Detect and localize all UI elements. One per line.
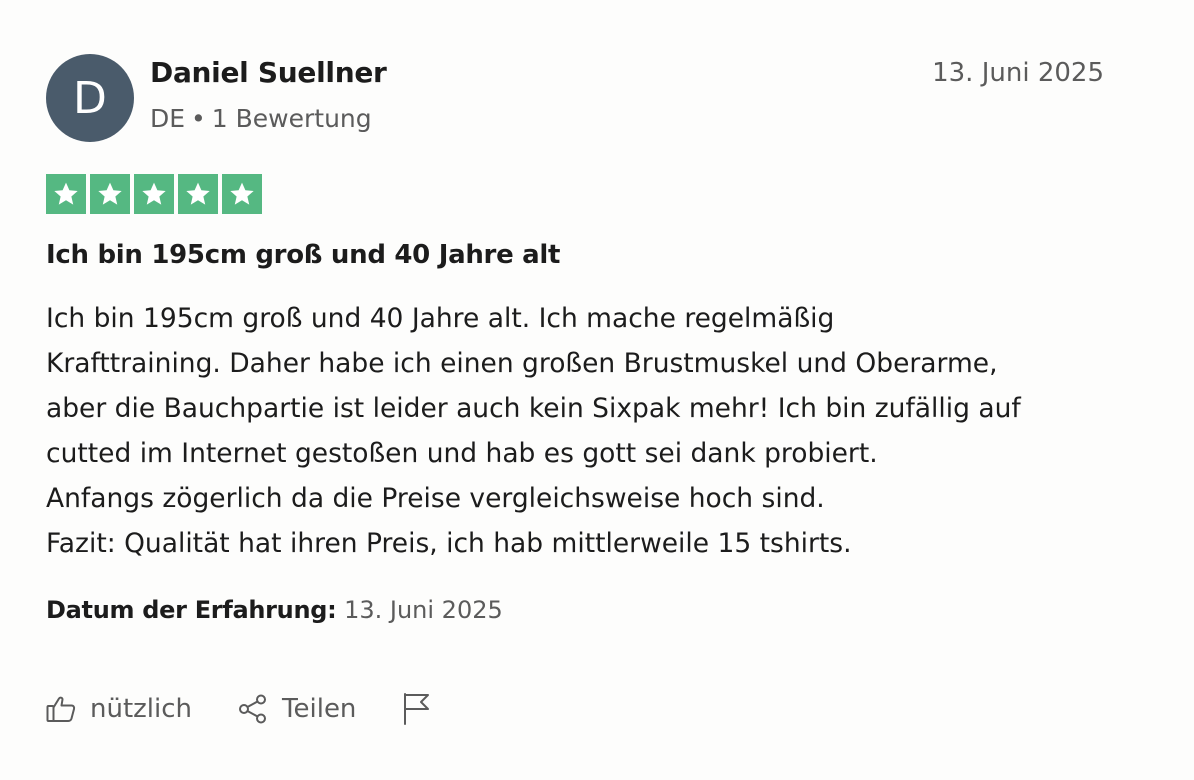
star-icon — [222, 174, 262, 214]
review-body-line: Krafttraining. Daher habe ich einen groß… — [46, 348, 998, 379]
review-body-line: aber die Bauchpartie ist leider auch kei… — [46, 393, 1021, 424]
review-actions: nützlich Teilen — [46, 692, 478, 726]
flag-icon — [402, 692, 432, 726]
star-icon — [134, 174, 174, 214]
review-body-line: Ich bin 195cm groß und 40 Jahre alt. Ich… — [46, 303, 835, 334]
experience-date-label: Datum der Erfahrung: — [46, 596, 337, 624]
star-icon — [90, 174, 130, 214]
review-card: D Daniel Suellner DE • 1 Bewertung 13. Jun… — [0, 0, 1194, 780]
meta-separator: • — [191, 104, 206, 133]
reviewer-name[interactable]: Daniel Suellner — [150, 56, 387, 89]
reviewer-meta: DE • 1 Bewertung — [150, 104, 372, 133]
avatar[interactable]: D — [46, 54, 134, 142]
star-icon — [178, 174, 218, 214]
review-body-line: cutted im Internet gestoßen und hab es g… — [46, 438, 878, 469]
share-label: Teilen — [282, 694, 357, 724]
thumbs-up-icon — [46, 695, 76, 723]
share-icon — [238, 694, 268, 724]
useful-button[interactable]: nützlich — [46, 694, 192, 724]
review-body-line: Fazit: Qualität hat ihren Preis, ich hab… — [46, 528, 852, 559]
review-body-line: Anfangs zögerlich da die Preise vergleic… — [46, 483, 825, 514]
star-icon — [46, 174, 86, 214]
review-body: Ich bin 195cm groß und 40 Jahre alt. Ich… — [46, 296, 1136, 566]
review-title: Ich bin 195cm groß und 40 Jahre alt — [46, 240, 561, 270]
experience-date-value: 13. Juni 2025 — [344, 596, 503, 624]
review-date: 13. Juni 2025 — [932, 58, 1104, 88]
report-button[interactable] — [402, 692, 432, 726]
useful-label: nützlich — [90, 694, 193, 724]
avatar-initial: D — [73, 72, 107, 124]
experience-date: Datum der Erfahrung: 13. Juni 2025 — [46, 596, 503, 624]
reviewer-country: DE — [150, 104, 186, 133]
review-count: 1 Bewertung — [211, 104, 372, 133]
share-button[interactable]: Teilen — [238, 694, 356, 724]
star-rating — [46, 174, 262, 214]
